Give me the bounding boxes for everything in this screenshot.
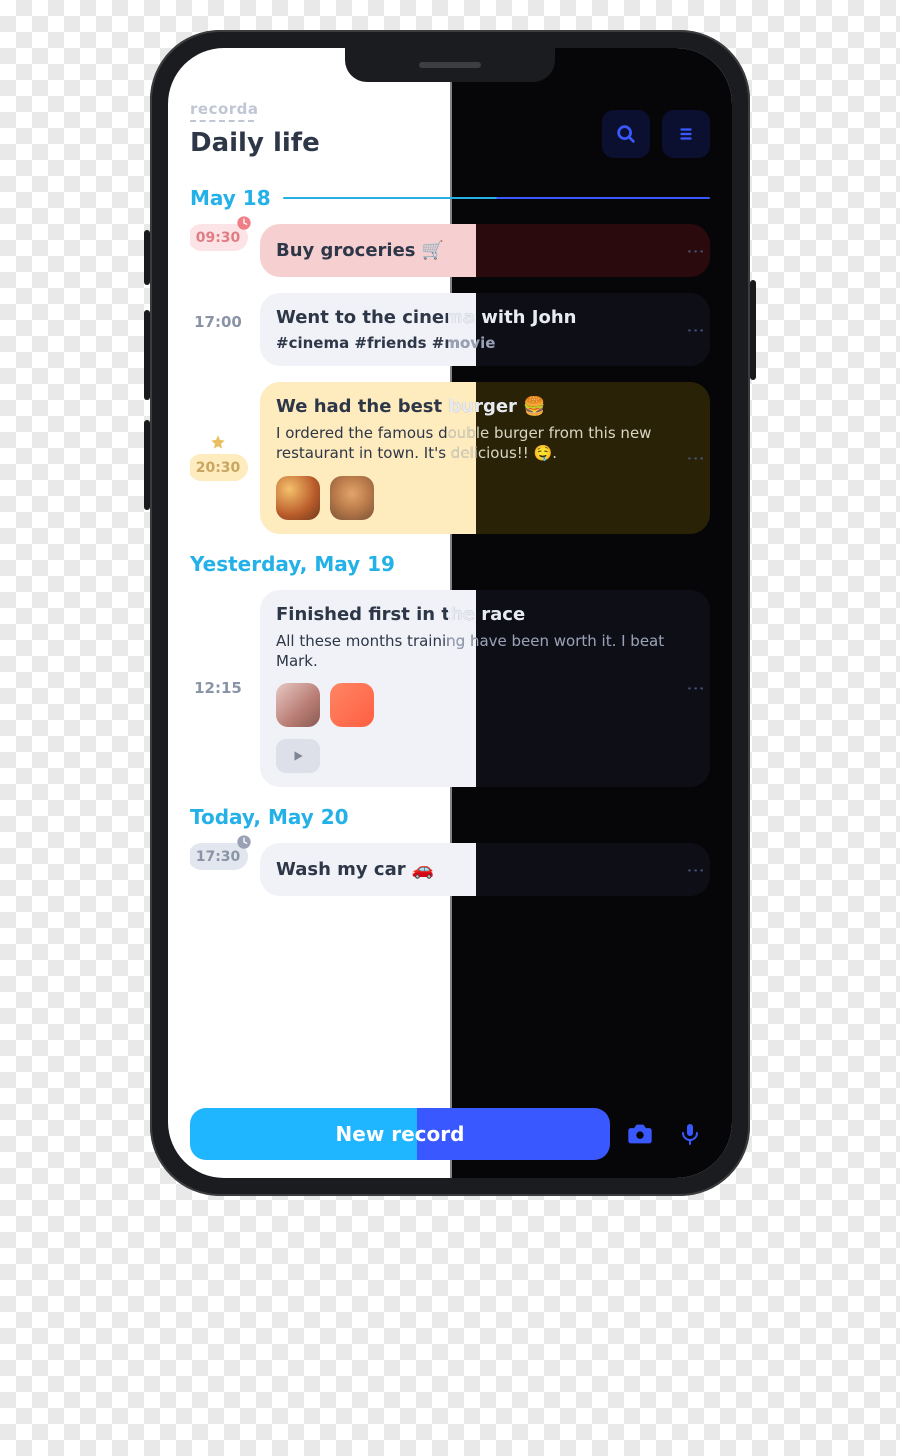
thumbnail[interactable] xyxy=(276,683,320,727)
entry-card[interactable]: Finished first in the raceFinished first… xyxy=(260,590,710,788)
entry-card[interactable]: Wash my car 🚗Wash my car 🚗 ⋮ xyxy=(260,843,710,896)
entry-row: 20:30 We had the best burger 🍔We had the… xyxy=(190,382,710,534)
search-button[interactable] xyxy=(602,110,650,158)
page-title: Daily life xyxy=(190,128,450,158)
camera-icon xyxy=(626,1120,654,1148)
entry-title: Finished first in the raceFinished first… xyxy=(276,604,694,625)
entry-title: Buy groceries 🛒 Buy groceries 🛒 xyxy=(276,240,694,261)
app-brand: recorda xyxy=(190,100,450,118)
thumbnail[interactable] xyxy=(330,683,374,727)
clock-icon xyxy=(236,834,252,850)
day-label: Today, May 20 xyxy=(190,805,349,829)
day-header: Yesterday, May 19 xyxy=(190,552,710,576)
day-rule xyxy=(283,197,710,199)
more-icon[interactable]: ⋮ xyxy=(679,317,710,342)
thumbnail[interactable] xyxy=(276,476,320,520)
camera-button[interactable] xyxy=(620,1114,660,1154)
menu-button[interactable] xyxy=(662,110,710,158)
entry-body: All these months training have been wort… xyxy=(276,631,694,672)
time-text: 09:30 xyxy=(196,230,241,246)
phone-frame: recorda Daily life May 18 xyxy=(150,30,750,1196)
entry-body: I ordered the famous double burger from … xyxy=(276,423,694,464)
day-header: May 18 xyxy=(190,186,710,210)
more-icon[interactable]: ⋮ xyxy=(679,857,710,882)
mic-button[interactable] xyxy=(670,1114,710,1154)
brand-underline xyxy=(190,120,254,122)
day-header: Today, May 20 xyxy=(190,805,710,829)
more-icon[interactable]: ⋮ xyxy=(679,676,710,701)
entry-title: Wash my car 🚗Wash my car 🚗 xyxy=(276,859,694,880)
entry-card[interactable]: We had the best burger 🍔We had the best … xyxy=(260,382,710,534)
entry-title: Went to the cinema with JohnWent to the … xyxy=(276,307,694,328)
bottom-bar: New record xyxy=(190,1098,710,1160)
play-icon xyxy=(291,749,305,763)
entry-thumbnails xyxy=(276,476,694,520)
day-rule xyxy=(407,563,710,565)
star-icon xyxy=(210,434,226,450)
time-pill: 17:30 xyxy=(190,843,248,870)
side-button xyxy=(144,230,150,285)
entry-tags: #cinema #friends #movie#cinema #friends … xyxy=(276,334,694,352)
audio-play-button[interactable] xyxy=(276,739,320,773)
thumbnail[interactable] xyxy=(330,476,374,520)
time-text: 12:15 xyxy=(194,679,242,697)
entry-card[interactable]: Went to the cinema with JohnWent to the … xyxy=(260,293,710,366)
new-record-button[interactable]: New record xyxy=(190,1108,610,1160)
more-icon[interactable]: ⋮ xyxy=(679,238,710,263)
app-screen: recorda Daily life May 18 xyxy=(168,48,732,1178)
timeline[interactable]: May 18 09:30 Buy groceries 🛒 Buy groceri xyxy=(190,182,710,1098)
mic-icon xyxy=(678,1122,702,1146)
side-button xyxy=(144,310,150,400)
time-text: 20:30 xyxy=(196,460,241,476)
entry-card[interactable]: Buy groceries 🛒 Buy groceries 🛒 ⋮ xyxy=(260,224,710,277)
day-label: May 18 xyxy=(190,186,271,210)
time-text: 17:00 xyxy=(194,313,242,331)
menu-icon xyxy=(677,125,695,143)
entry-title: We had the best burger 🍔We had the best … xyxy=(276,396,694,417)
day-rule xyxy=(361,816,710,818)
entry-row: 12:15 Finished first in the raceFinished… xyxy=(190,590,710,788)
clock-icon xyxy=(236,215,252,231)
entry-row: 17:30 Wash my car 🚗Wash my car 🚗 ⋮ xyxy=(190,843,710,896)
entry-row: 09:30 Buy groceries 🛒 Buy groceries 🛒 ⋮ xyxy=(190,224,710,277)
more-icon[interactable]: ⋮ xyxy=(679,445,710,470)
time-pill: 09:30 xyxy=(190,224,248,251)
entry-row: 17:00 Went to the cinema with JohnWent t… xyxy=(190,293,710,366)
side-button xyxy=(750,280,756,380)
new-record-label: New record xyxy=(336,1122,465,1146)
day-label: Yesterday, May 19 xyxy=(190,552,395,576)
time-pill: 20:30 xyxy=(190,454,248,481)
side-button xyxy=(144,420,150,510)
time-text: 17:30 xyxy=(196,849,241,865)
entry-thumbnails xyxy=(276,683,694,727)
search-icon xyxy=(615,123,637,145)
phone-notch xyxy=(345,48,555,82)
